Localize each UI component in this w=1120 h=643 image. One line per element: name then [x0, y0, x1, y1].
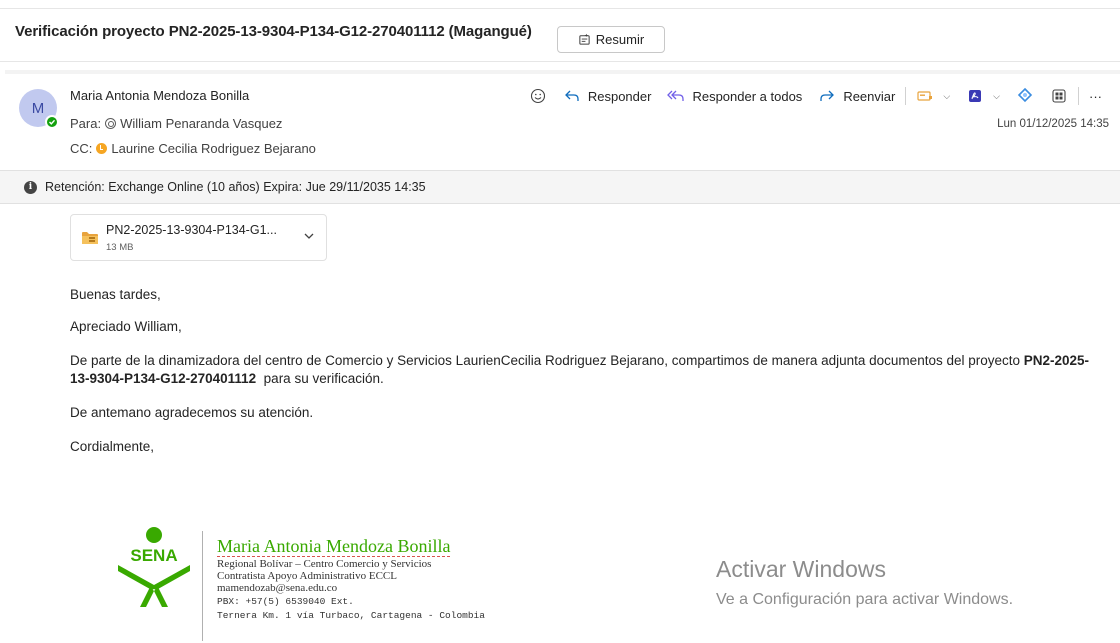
salutation: Apreciado William, [70, 319, 182, 334]
reply-all-button[interactable]: Responder a todos [659, 84, 810, 108]
more-icon: ··· [1089, 88, 1102, 104]
greeting: Buenas tardes, [70, 287, 161, 302]
loop-button[interactable] [1008, 84, 1042, 108]
reply-label: Responder [587, 88, 652, 104]
retention-text: Retención: Exchange Online (10 años) Exp… [45, 180, 426, 194]
email-signature: SENA Maria Antonia Mendoza Bonilla Regio… [110, 525, 530, 643]
attachment-name: PN2-2025-13-9304-P134-G1... [106, 223, 277, 237]
emoji-icon [529, 87, 547, 105]
cc-line: CC: Laurine Cecilia Rodriguez Bejarano [70, 141, 316, 156]
forward-icon [818, 87, 836, 105]
emoji-button[interactable] [521, 84, 555, 108]
to-label: Para: [70, 116, 102, 131]
info-icon: i [24, 180, 37, 194]
attachment-size: 13 MB [106, 242, 134, 253]
toolbar-divider [1078, 87, 1079, 105]
cc-label: CC: [70, 141, 93, 156]
thanks-line: De antemano agradecemos su atención. [70, 405, 314, 420]
to-recipient[interactable]: William Penaranda Vasquez [120, 116, 282, 131]
summarize-label: Resumir [595, 32, 645, 47]
summarize-icon [579, 33, 590, 45]
body-paragraph: De parte de la dinamizadora del centro d… [70, 352, 1100, 388]
loop-icon [1016, 87, 1034, 105]
header-divider [5, 70, 1120, 74]
away-status-icon [96, 143, 108, 154]
summarize-button[interactable]: Resumir [557, 26, 665, 53]
reply-all-label: Responder a todos [692, 88, 803, 104]
message-date: Lun 01/12/2025 14:35 [997, 118, 1109, 130]
message-body: Buenas tardes, Apreciado William, De par… [70, 286, 1100, 472]
signature-role: Contratista Apoyo Administrativo ECCL [217, 570, 397, 582]
sender-name[interactable]: Maria Antonia Mendoza Bonilla [70, 88, 249, 103]
toolbar-divider [905, 87, 907, 105]
signature-name-text: Maria Antonia Mendoza Bonilla [217, 536, 451, 557]
watermark-title: Activar Windows [716, 556, 886, 582]
signature-name: Maria Antonia Mendoza Bonilla [217, 536, 451, 557]
more-actions-button[interactable]: ··· [1081, 84, 1110, 108]
chevron-down-icon[interactable] [302, 229, 316, 248]
apps-button[interactable] [1042, 84, 1076, 108]
message-toolbar: Responder Responder a todos Reenviar ⌵ ⌵ [521, 84, 1110, 108]
to-line: Para: William Penaranda Vasquez [70, 116, 282, 131]
sena-logo-text: SENA [130, 546, 177, 565]
paragraph-text: De parte de la dinamizadora del centro d… [70, 353, 1024, 368]
sena-logo: SENA [118, 527, 190, 607]
tag-menu-button[interactable]: ⌵ [908, 84, 958, 108]
signature-regional: Regional Bolívar – Centro Comercio y Ser… [217, 558, 432, 570]
watermark-subtitle: Ve a Configuración para activar Windows. [716, 591, 1014, 608]
windows-activation-watermark: Activar Windows Ve a Configuración para … [716, 556, 1013, 609]
message-subject: Verificación proyecto PN2-2025-13-9304-P… [15, 23, 532, 40]
cc-recipient[interactable]: Laurine Cecilia Rodriguez Bejarano [111, 141, 316, 156]
avatar-initial: M [31, 99, 45, 117]
pdf-icon [966, 87, 984, 105]
tag-icon [916, 87, 934, 105]
signature-email[interactable]: mamendozab@sena.edu.co [217, 582, 337, 594]
chevron-down-icon: ⌵ [993, 90, 1000, 101]
paragraph-suffix: para su verificación. [256, 371, 384, 386]
signature-phone: PBX: +57(5) 6539040 Ext. [217, 596, 354, 607]
attachment-card[interactable]: PN2-2025-13-9304-P134-G1... 13 MB [70, 214, 327, 261]
chevron-down-icon: ⌵ [943, 90, 951, 101]
reply-all-icon [667, 87, 685, 105]
offline-status-icon [105, 118, 117, 129]
signature-divider [202, 531, 203, 641]
subject-bar: Verificación proyecto PN2-2025-13-9304-P… [0, 8, 1120, 62]
apps-icon [1050, 87, 1068, 105]
reply-icon [563, 87, 581, 105]
retention-banner: i Retención: Exchange Online (10 años) E… [0, 170, 1120, 204]
forward-button[interactable]: Reenviar [810, 84, 903, 108]
folder-zip-icon [81, 231, 99, 250]
forward-label: Reenviar [843, 88, 896, 104]
reply-button[interactable]: Responder [555, 84, 660, 108]
pdf-menu-button[interactable]: ⌵ [958, 84, 1008, 108]
presence-available-icon [45, 115, 59, 129]
closing-line: Cordialmente, [70, 439, 155, 454]
signature-address: Ternera Km. 1 vía Turbaco, Cartagena - C… [217, 610, 485, 621]
